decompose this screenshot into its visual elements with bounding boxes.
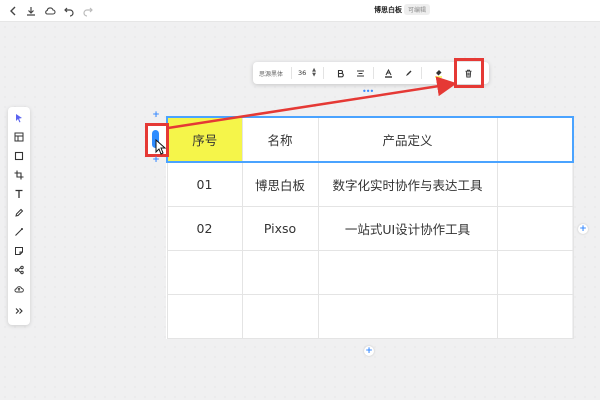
mouse-cursor-icon [155,139,167,155]
align-center-icon[interactable] [353,66,367,80]
table-cell[interactable]: 01 [166,161,243,207]
left-toolbar [8,107,30,325]
back-icon[interactable] [5,3,21,19]
table-row[interactable] [166,293,574,339]
add-row-bottom-icon[interactable]: + [364,346,374,356]
table-row[interactable] [166,249,574,295]
download-icon[interactable] [23,3,39,19]
table-cell[interactable] [241,293,319,339]
table-cell[interactable] [166,293,243,339]
table-row[interactable]: 01 博思白板 数字化实时协作与表达工具 [166,161,574,207]
redo-icon[interactable] [80,3,96,19]
crop-tool-icon[interactable] [11,167,27,183]
cloud-save-icon[interactable] [42,3,58,19]
document-title: 博思白板 [374,6,402,14]
toolbar-divider [323,67,324,79]
table-cell[interactable]: 02 [166,205,243,251]
toolbar-divider [291,67,292,79]
table-cell[interactable]: 数字化实时协作与表达工具 [317,161,498,207]
stepper-down-icon[interactable]: ▼ [312,73,316,78]
font-size-input[interactable]: 36 [298,69,306,77]
toolbar-more-icon[interactable]: ••• [362,87,374,96]
upload-tool-icon[interactable] [11,281,27,297]
table-header-row[interactable]: 序号 名称 产品定义 [166,116,574,163]
table-cell[interactable] [496,293,574,339]
table-cell[interactable] [496,161,574,207]
table-cell[interactable]: 一站式UI设计协作工具 [317,205,498,251]
add-column-right-icon[interactable]: + [578,224,588,234]
data-table[interactable]: 序号 名称 产品定义 01 博思白板 数字化实时协作与表达工具 02 Pixso… [166,116,574,339]
fill-color-icon[interactable] [431,66,445,80]
top-bar: 博思白板 可编辑 [0,0,600,22]
frame-tool-icon[interactable] [11,129,27,145]
font-size-stepper[interactable]: ▲ ▼ [311,67,317,79]
mindmap-tool-icon[interactable] [11,262,27,278]
add-row-icon[interactable]: + [151,155,161,165]
header-cell[interactable] [496,116,574,163]
font-family-select[interactable]: 思源黑体 [259,69,283,78]
toolbar-divider [373,67,374,79]
more-tools-icon[interactable] [11,303,27,319]
bold-icon[interactable] [333,66,347,80]
highlight-icon[interactable] [401,66,415,80]
text-tool-icon[interactable] [11,186,27,202]
select-tool-icon[interactable] [11,110,27,126]
table-cell[interactable] [496,205,574,251]
pen-tool-icon[interactable] [11,205,27,221]
table-row[interactable]: 02 Pixso 一站式UI设计协作工具 [166,205,574,251]
undo-icon[interactable] [61,3,77,19]
table-cell[interactable] [317,293,498,339]
sticky-note-tool-icon[interactable] [11,243,27,259]
toolbar-divider [421,67,422,79]
table-cell[interactable]: Pixso [241,205,319,251]
add-column-left-icon[interactable]: + [151,110,161,120]
table-cell[interactable]: 博思白板 [241,161,319,207]
header-cell[interactable]: 名称 [241,116,319,163]
table-cell[interactable] [496,249,574,295]
table-cell[interactable] [241,249,319,295]
connector-tool-icon[interactable] [11,224,27,240]
shape-tool-icon[interactable] [11,148,27,164]
edit-status-badge: 可编辑 [404,4,431,15]
table-cell[interactable] [317,249,498,295]
header-cell[interactable]: 产品定义 [317,116,498,163]
table-cell[interactable] [166,249,243,295]
table-widget[interactable]: 序号 名称 产品定义 01 博思白板 数字化实时协作与表达工具 02 Pixso… [166,116,574,339]
text-color-icon[interactable] [381,66,395,80]
delete-button-highlight [454,58,484,88]
header-cell[interactable]: 序号 [166,116,243,163]
